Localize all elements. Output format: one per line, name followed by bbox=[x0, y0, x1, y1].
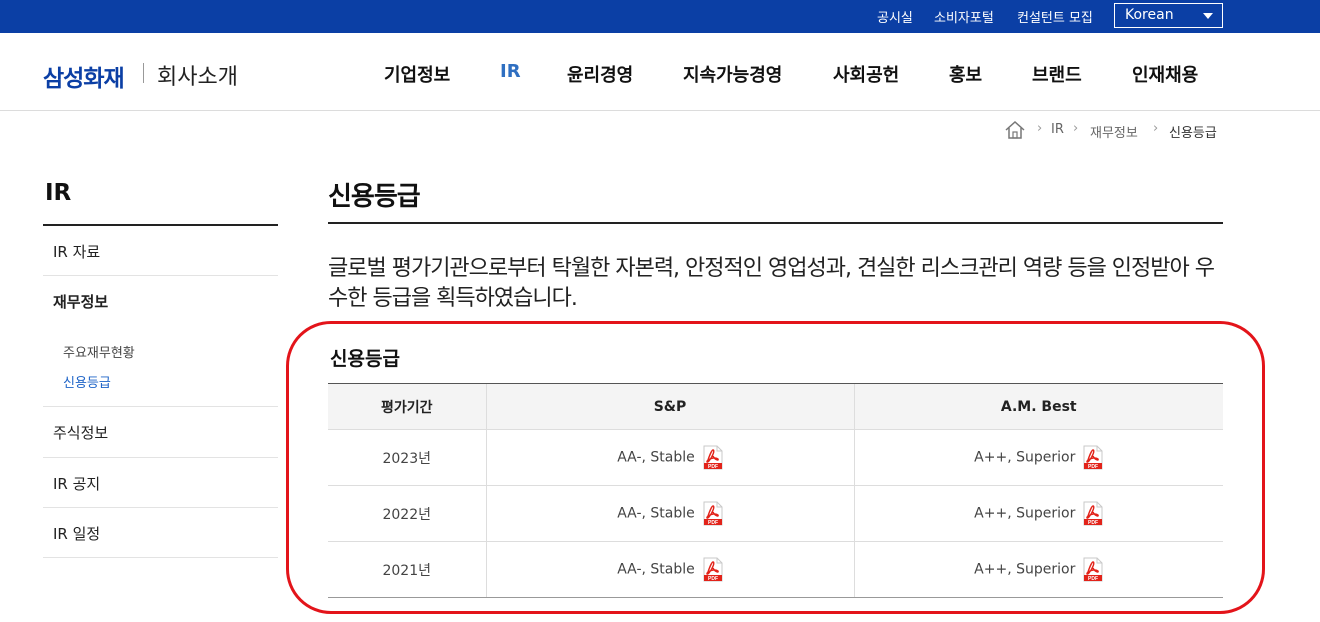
sidebar-item-label: 주식정보 bbox=[53, 424, 109, 442]
breadcrumb-separator-icon: › bbox=[1073, 121, 1079, 136]
sidebar-subitem-key-financials[interactable]: 주요재무현황 bbox=[63, 342, 135, 361]
nav-sustainability[interactable]: 지속가능경영 bbox=[683, 61, 782, 87]
nav-brand[interactable]: 브랜드 bbox=[1032, 61, 1082, 87]
page-title-divider bbox=[328, 222, 1223, 224]
sidebar-item-ir-data[interactable]: IR 자료 bbox=[43, 226, 278, 276]
sidebar-item-label: IR 공지 bbox=[53, 475, 101, 493]
header: 삼성화재 회사소개 기업정보 IR 윤리경영 지속가능경영 사회공헌 홍보 브랜… bbox=[0, 33, 1320, 111]
breadcrumb-item-ir[interactable]: IR bbox=[1051, 122, 1064, 137]
language-select-value: Korean bbox=[1125, 7, 1174, 23]
breadcrumb-item-credit-rating: 신용등급 bbox=[1169, 126, 1217, 141]
breadcrumb-separator-icon: › bbox=[1037, 121, 1043, 136]
site-title: 회사소개 bbox=[157, 65, 238, 90]
highlight-annotation bbox=[286, 321, 1265, 614]
util-link-consumer-portal[interactable]: 소비자포털 bbox=[934, 7, 994, 26]
nav-pr[interactable]: 홍보 bbox=[949, 61, 982, 87]
nav-social-contribution[interactable]: 사회공헌 bbox=[833, 61, 899, 87]
util-link-disclosure[interactable]: 공시실 bbox=[877, 7, 913, 26]
sidebar-item-label: IR 일정 bbox=[53, 525, 101, 543]
sidebar-item-ir-notice[interactable]: IR 공지 bbox=[43, 458, 278, 508]
nav-ethics[interactable]: 윤리경영 bbox=[567, 61, 633, 87]
page-title: 신용등급 bbox=[328, 182, 421, 212]
home-icon[interactable] bbox=[1004, 119, 1026, 141]
sidebar-item-label: 재무정보 bbox=[53, 293, 109, 311]
language-select[interactable]: Korean bbox=[1114, 3, 1223, 28]
logo-divider bbox=[143, 63, 144, 83]
breadcrumb-item-financial[interactable]: 재무정보 bbox=[1090, 122, 1138, 141]
chevron-down-icon bbox=[1203, 13, 1213, 19]
sidebar-item-ir-schedule[interactable]: IR 일정 bbox=[43, 508, 278, 558]
breadcrumb-separator-icon: › bbox=[1153, 121, 1159, 136]
sidebar-item-financial[interactable]: 재무정보 주요재무현황 신용등급 bbox=[43, 276, 278, 407]
sidebar-item-label: IR 자료 bbox=[53, 243, 101, 261]
intro-text: 글로벌 평가기관으로부터 탁월한 자본력, 안정적인 영업성과, 견실한 리스크… bbox=[328, 256, 1215, 311]
utility-bar: 공시실 소비자포털 컨설턴트 모집 Korean bbox=[0, 0, 1320, 33]
nav-company-info[interactable]: 기업정보 bbox=[384, 61, 450, 87]
sidebar-item-stock-info[interactable]: 주식정보 bbox=[43, 407, 278, 458]
nav-recruit[interactable]: 인재채용 bbox=[1132, 61, 1198, 87]
sidebar-subitem-credit-rating[interactable]: 신용등급 bbox=[63, 372, 111, 391]
sidebar-title: IR bbox=[45, 180, 72, 206]
logo[interactable]: 삼성화재 bbox=[43, 59, 125, 93]
util-link-consultant-recruit[interactable]: 컨설턴트 모집 bbox=[1017, 7, 1093, 26]
nav-ir[interactable]: IR bbox=[500, 61, 521, 82]
